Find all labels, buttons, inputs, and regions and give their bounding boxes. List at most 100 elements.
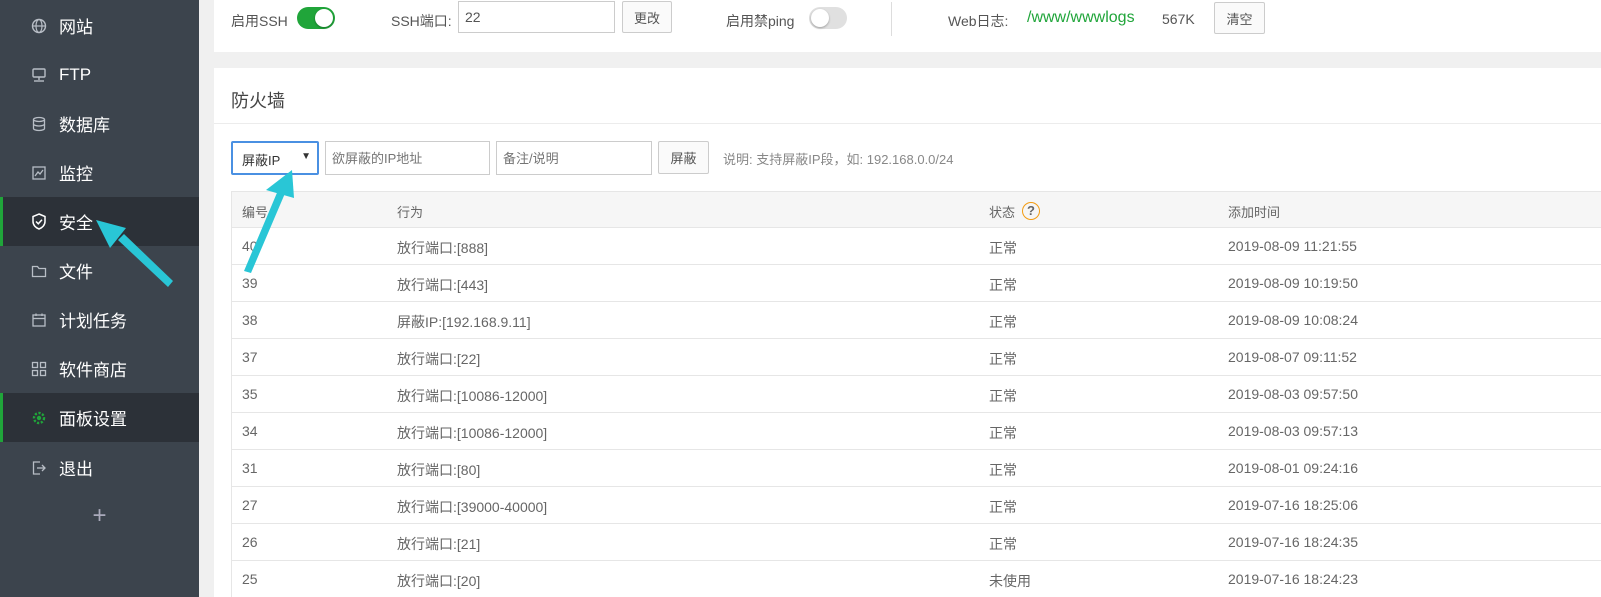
sidebar-item-label: 数据库: [59, 116, 110, 135]
rule-time: 2019-07-16 18:24:23: [1228, 571, 1358, 587]
column-header: 状态: [989, 205, 1016, 220]
security-settings-bar: 启用SSH SSH端口: 更改 启用禁ping Web日志: /www/wwwl…: [214, 0, 1601, 52]
rule-id: 37: [242, 349, 258, 365]
rule-status: 正常: [989, 314, 1017, 330]
table-row: 25 放行端口:[20] 未使用 2019-07-16 18:24:23: [231, 561, 1601, 597]
sidebar-item-cron[interactable]: 计划任务: [0, 295, 199, 344]
rule-id: 35: [242, 386, 258, 402]
globe-icon: [30, 17, 47, 34]
rule-time: 2019-07-16 18:25:06: [1228, 497, 1358, 513]
sidebar-item-label: 文件: [59, 263, 93, 282]
rule-status: 正常: [989, 240, 1017, 256]
grid-icon: [30, 360, 47, 377]
rule-action: 放行端口:[888]: [397, 240, 489, 256]
rule-action: 屏蔽IP:[192.168.9.11]: [397, 314, 531, 330]
add-menu-button[interactable]: +: [0, 493, 199, 538]
logout-icon: [30, 459, 47, 476]
weblog-label: Web日志:: [948, 13, 1009, 29]
divider: [891, 2, 892, 36]
sidebar-item-panel-settings[interactable]: 面板设置: [0, 393, 199, 442]
rule-type-select[interactable]: 屏蔽IP ▼: [231, 141, 319, 175]
caret-down-icon: ▼: [301, 151, 311, 162]
ip-address-input[interactable]: [325, 141, 490, 175]
sidebar-item-logout[interactable]: 退出: [0, 443, 199, 492]
rule-id: 31: [242, 460, 258, 476]
weblog-path-link[interactable]: /www/wwwlogs: [1027, 9, 1135, 27]
ssh-toggle[interactable]: [297, 7, 335, 29]
rule-time: 2019-08-01 09:24:16: [1228, 460, 1358, 476]
rule-action: 放行端口:[10086-12000]: [397, 425, 548, 441]
weblog-size: 567K: [1162, 11, 1195, 27]
rule-status: 正常: [989, 462, 1017, 478]
sidebar-item-files[interactable]: 文件: [0, 246, 199, 295]
rule-id: 26: [242, 534, 258, 550]
rule-id: 27: [242, 497, 258, 513]
rule-action: 放行端口:[20]: [397, 573, 481, 589]
gear-icon: [30, 409, 47, 426]
rule-time: 2019-08-09 11:21:55: [1228, 238, 1357, 254]
divider: [214, 123, 1601, 124]
rule-action: 放行端口:[10086-12000]: [397, 388, 548, 404]
rule-id: 38: [242, 312, 258, 328]
rule-id: 34: [242, 423, 258, 439]
rule-time: 2019-08-09 10:19:50: [1228, 275, 1358, 291]
ping-toggle[interactable]: [809, 7, 847, 29]
clear-log-button[interactable]: 清空: [1214, 2, 1265, 34]
ssh-port-input[interactable]: [458, 1, 615, 33]
table-row: 37 放行端口:[22] 正常 2019-08-07 09:11:52: [231, 339, 1601, 376]
sidebar-item-ftp[interactable]: FTP: [0, 50, 199, 99]
ssh-label: 启用SSH: [231, 13, 288, 29]
rule-action: 放行端口:[21]: [397, 536, 481, 552]
column-header: 行为: [397, 205, 424, 220]
table-header: 编号 行为 状态 ? 添加时间: [231, 191, 1601, 228]
sidebar-item-store[interactable]: 软件商店: [0, 344, 199, 393]
rule-status: 正常: [989, 351, 1017, 367]
column-header: 添加时间: [1228, 205, 1281, 220]
help-icon[interactable]: ?: [1022, 202, 1040, 220]
sidebar-item-security[interactable]: 安全: [0, 197, 199, 246]
rule-status: 正常: [989, 425, 1017, 441]
folder-icon: [30, 262, 47, 279]
rule-time: 2019-08-07 09:11:52: [1228, 349, 1357, 365]
table-row: 31 放行端口:[80] 正常 2019-08-01 09:24:16: [231, 450, 1601, 487]
ftp-icon: [30, 66, 47, 83]
rule-action: 放行端口:[22]: [397, 351, 481, 367]
toggle-knob: [315, 9, 333, 27]
sidebar-item-label: 监控: [59, 165, 93, 184]
ping-label: 启用禁ping: [726, 13, 795, 29]
rule-time: 2019-08-03 09:57:50: [1228, 386, 1358, 402]
help-note: 说明: 支持屏蔽IP段，如: 192.168.0.0/24: [723, 152, 954, 167]
table-row: 39 放行端口:[443] 正常 2019-08-09 10:19:50: [231, 265, 1601, 302]
rule-id: 25: [242, 571, 258, 587]
rule-time: 2019-08-03 09:57:13: [1228, 423, 1358, 439]
change-port-button[interactable]: 更改: [622, 1, 672, 33]
sidebar-item-label: 计划任务: [59, 312, 127, 331]
column-header: 编号: [242, 205, 269, 220]
ssh-port-label: SSH端口:: [391, 13, 452, 29]
sidebar-item-label: 退出: [59, 460, 93, 479]
database-icon: [30, 115, 47, 132]
select-value: 屏蔽IP: [242, 153, 281, 168]
sidebar-item-label: 面板设置: [59, 410, 127, 429]
block-button[interactable]: 屏蔽: [658, 141, 709, 174]
sidebar-item-database[interactable]: 数据库: [0, 99, 199, 148]
rule-action: 放行端口:[39000-40000]: [397, 499, 548, 515]
rule-id: 39: [242, 275, 258, 291]
table-row: 40 放行端口:[888] 正常 2019-08-09 11:21:55: [231, 228, 1601, 265]
table-row: 26 放行端口:[21] 正常 2019-07-16 18:24:35: [231, 524, 1601, 561]
rule-status: 正常: [989, 388, 1017, 404]
toggle-knob: [811, 9, 829, 27]
sidebar-item-label: 软件商店: [59, 361, 127, 380]
rule-status: 正常: [989, 277, 1017, 293]
sidebar-item-monitor[interactable]: 监控: [0, 148, 199, 197]
rule-status: 正常: [989, 536, 1017, 552]
calendar-icon: [30, 311, 47, 328]
sidebar-item-website[interactable]: 网站: [0, 1, 199, 50]
table-row: 35 放行端口:[10086-12000] 正常 2019-08-03 09:57:5…: [231, 376, 1601, 413]
note-input[interactable]: [496, 141, 652, 175]
rule-action: 放行端口:[80]: [397, 462, 481, 478]
sidebar-item-label: FTP: [59, 64, 92, 84]
rule-id: 40: [242, 238, 258, 254]
sidebar-item-label: 安全: [59, 214, 93, 233]
panel-title: 防火墙: [231, 91, 285, 111]
